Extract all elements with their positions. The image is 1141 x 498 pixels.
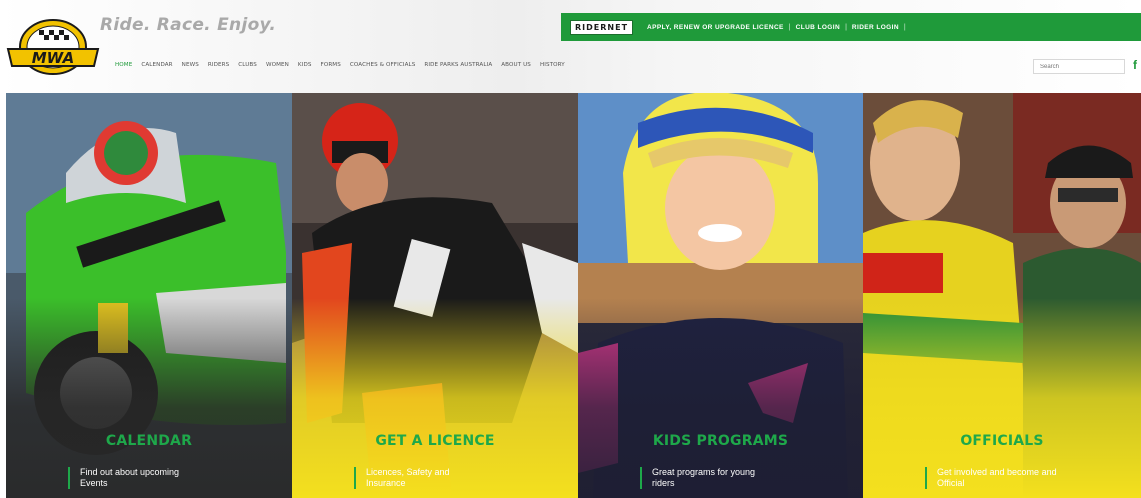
nav-kids[interactable]: KIDS [298, 62, 312, 68]
tile-title: OFFICIALS [960, 433, 1044, 449]
main-nav: HOME CALENDAR NEWS RIDERS CLUBS WOMEN KI… [115, 62, 565, 68]
nav-forms[interactable]: FORMS [321, 62, 341, 68]
tile-description: Licences, Safety and Insurance [354, 467, 534, 489]
ridernet-logo[interactable]: RIDERNET [570, 19, 634, 35]
nav-riders[interactable]: RIDERS [208, 62, 229, 68]
nav-clubs[interactable]: CLUBS [238, 62, 257, 68]
nav-calendar[interactable]: CALENDAR [141, 62, 172, 68]
mwa-logo-icon[interactable]: MWA [6, 18, 101, 75]
nav-coaches-officials[interactable]: COACHES & OFFICIALS [350, 62, 416, 68]
tile-description: Find out about upcoming Events [68, 467, 248, 489]
apply-licence-link[interactable]: APPLY, RENEW OR UPGRADE LICENCE [647, 24, 784, 31]
club-login-link[interactable]: CLUB LOGIN [796, 24, 840, 31]
tile-description: Great programs for young riders [640, 467, 820, 489]
nav-about-us[interactable]: ABOUT US [501, 62, 531, 68]
tile-description: Get involved and become and Official [925, 467, 1105, 489]
separator: | [845, 23, 847, 31]
tile-get-licence[interactable]: GET A LICENCE Licences, Safety and Insur… [292, 93, 578, 498]
facebook-icon[interactable]: f [1133, 58, 1137, 72]
tagline: Ride. Race. Enjoy. [100, 15, 277, 35]
separator: | [903, 23, 906, 31]
rider-login-link[interactable]: RIDER LOGIN [852, 24, 899, 31]
nav-ride-parks[interactable]: RIDE PARKS AUSTRALIA [424, 62, 492, 68]
nav-news[interactable]: NEWS [182, 62, 199, 68]
nav-history[interactable]: HISTORY [540, 62, 565, 68]
tile-kids-programs[interactable]: KIDS PROGRAMS Great programs for young r… [578, 93, 863, 498]
separator: | [788, 23, 791, 31]
nav-home[interactable]: HOME [115, 62, 132, 68]
tile-officials[interactable]: OFFICIALS Get involved and become and Of… [863, 93, 1141, 498]
tile-title: GET A LICENCE [375, 433, 495, 449]
ridernet-bar: RIDERNET APPLY, RENEW OR UPGRADE LICENCE… [561, 13, 1141, 41]
tile-title: KIDS PROGRAMS [652, 433, 789, 449]
logo-text: MWA [32, 49, 75, 67]
site-header: MWA Ride. Race. Enjoy. RIDERNET APPLY, R… [0, 0, 1141, 93]
tile-title: CALENDAR [105, 433, 193, 449]
search-input[interactable] [1033, 59, 1125, 74]
nav-women[interactable]: WOMEN [266, 62, 289, 68]
tile-calendar[interactable]: CALENDAR Find out about upcoming Events [6, 93, 292, 498]
